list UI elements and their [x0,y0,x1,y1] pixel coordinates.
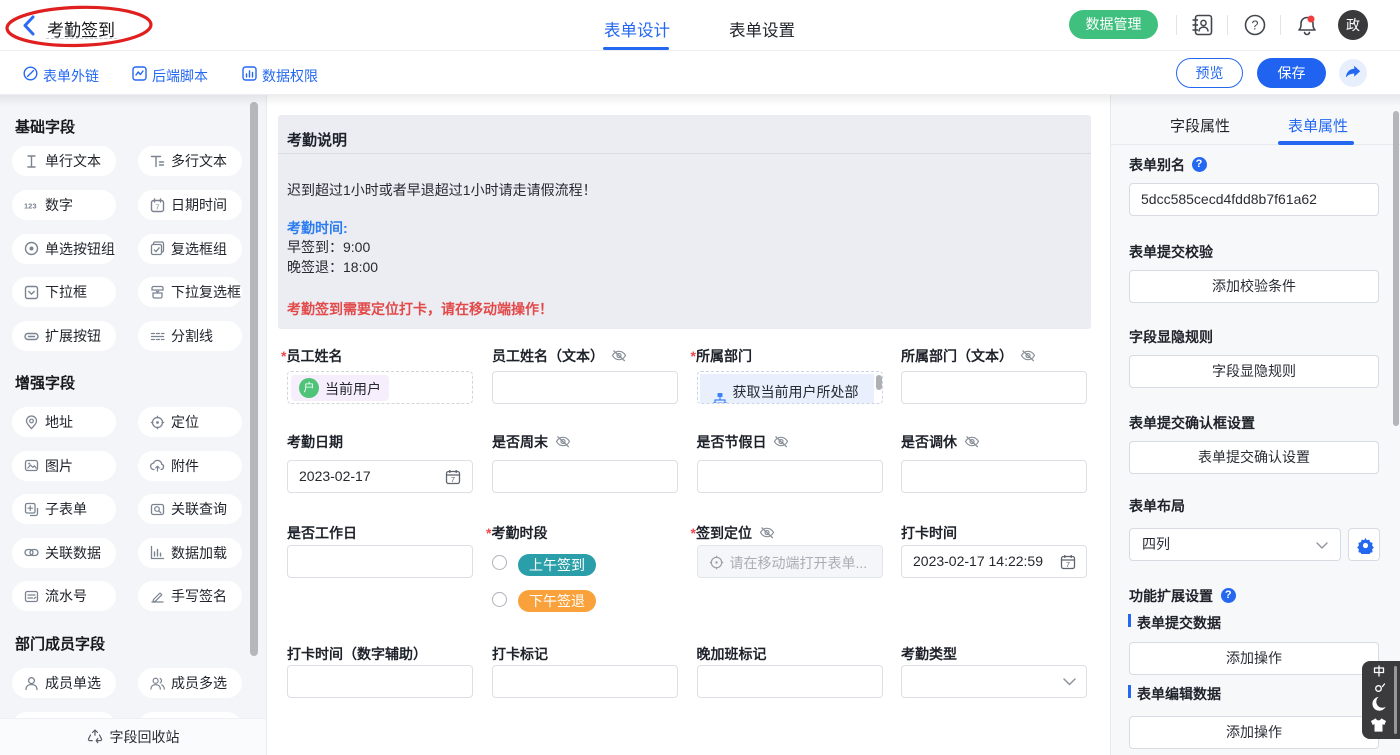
svg-text:7: 7 [1066,560,1070,569]
svg-text:7: 7 [155,202,159,211]
svg-text:123: 123 [24,201,37,210]
svg-text:7: 7 [451,475,455,484]
svg-text:?: ? [1252,19,1259,33]
